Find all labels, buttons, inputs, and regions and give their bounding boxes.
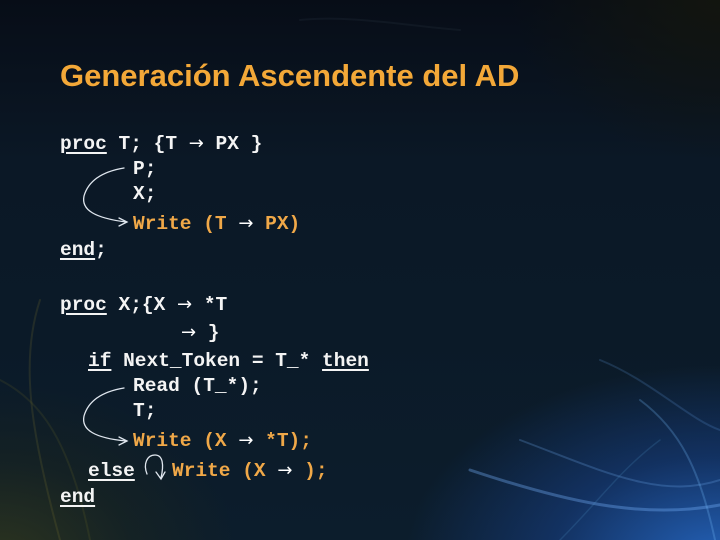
slide: Generación Ascendente del AD proc T; {T … xyxy=(0,0,720,540)
curved-arrow-block2-icon xyxy=(83,387,129,446)
curved-arrow-block1-icon xyxy=(83,167,129,227)
loop-arrow-else-icon xyxy=(144,454,166,481)
curved-arrows xyxy=(83,167,166,481)
